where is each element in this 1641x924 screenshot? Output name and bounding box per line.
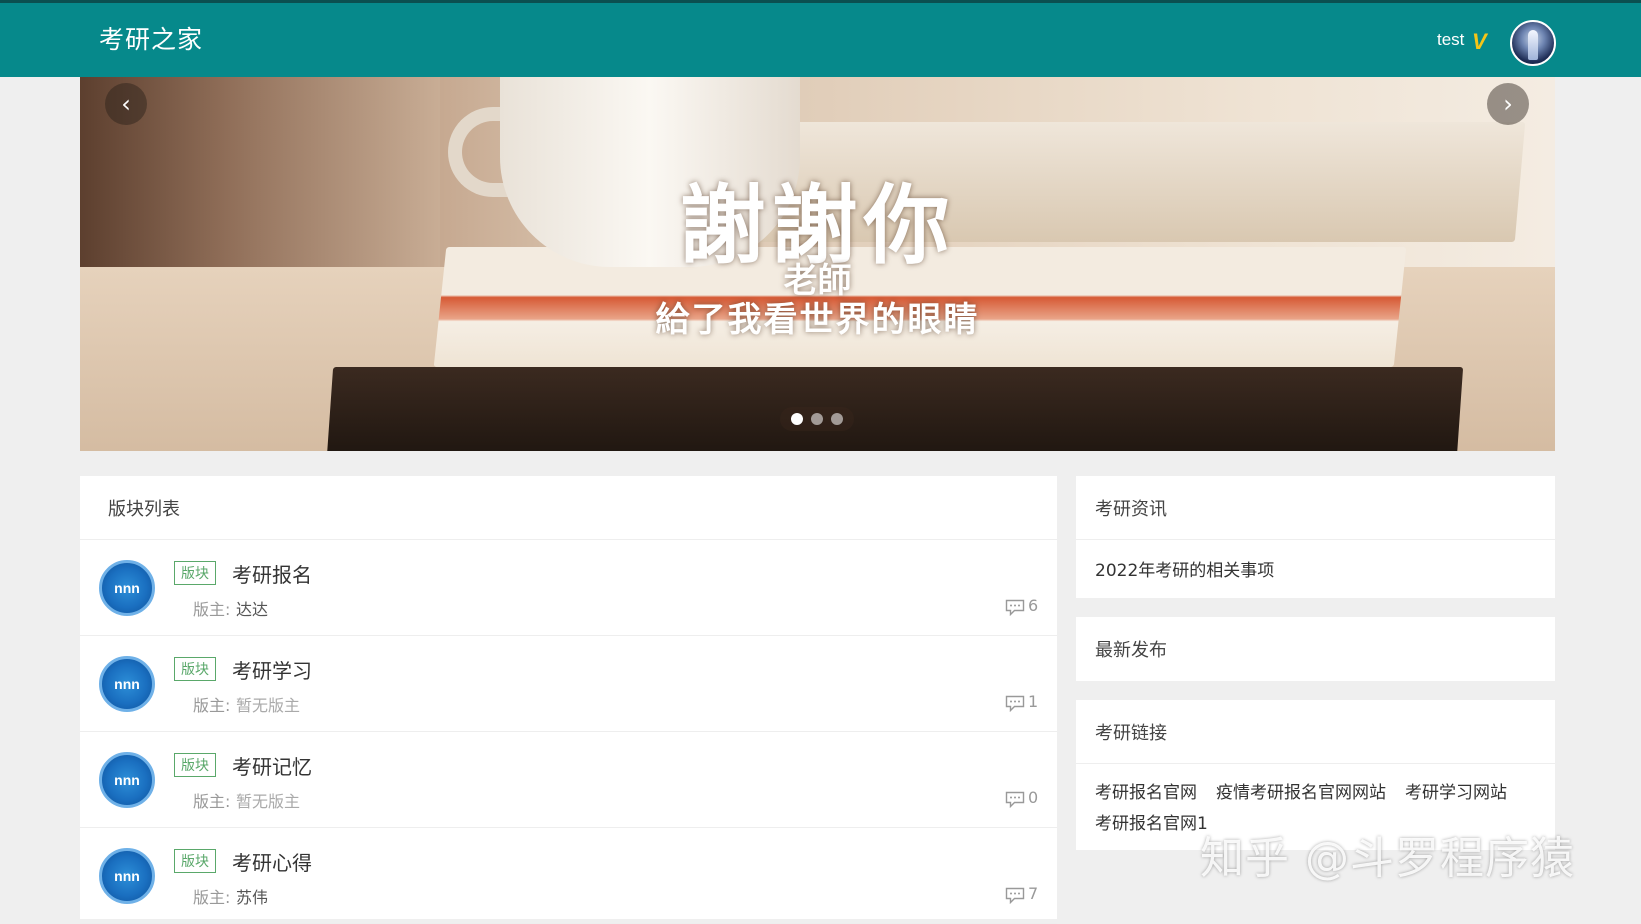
carousel-indicators — [780, 407, 854, 431]
external-link[interactable]: 考研学习网站 — [1405, 778, 1507, 803]
board-logo: nnn — [99, 848, 155, 904]
board-list-panel: 版块列表 nnn 版块 考研报名 版主: 达达 6 nnn 版块 考研学习 版主… — [80, 476, 1057, 924]
comment-icon — [1005, 599, 1025, 616]
board-row[interactable]: nnn 版块 考研学习 版主: 暂无版主 1 — [80, 636, 1057, 732]
comment-icon — [1005, 791, 1025, 808]
banner-book — [326, 367, 1464, 451]
post-count: 1 — [1028, 692, 1039, 711]
board-logo: nnn — [99, 752, 155, 808]
board-tag: 版块 — [174, 561, 216, 585]
news-heading: 考研资讯 — [1076, 476, 1555, 540]
moderator-label: 版主: — [193, 696, 231, 715]
carousel-dot[interactable] — [831, 413, 843, 425]
board-logo: nnn — [99, 560, 155, 616]
post-count: 7 — [1028, 884, 1039, 903]
watermark-text: 知乎 @斗罗程序猿 — [1200, 833, 1575, 884]
post-count: 0 — [1028, 788, 1039, 807]
comment-icon — [1005, 887, 1025, 904]
links-heading: 考研链接 — [1076, 700, 1555, 764]
moderator-label: 版主: — [193, 600, 231, 619]
latest-panel: 最新发布 — [1076, 617, 1555, 681]
vip-badge-icon: V — [1472, 29, 1487, 54]
comment-icon — [1005, 695, 1025, 712]
post-count: 6 — [1028, 596, 1039, 615]
external-link[interactable]: 考研报名官网 — [1095, 778, 1197, 803]
board-tag: 版块 — [174, 849, 216, 873]
banner-subtitle: 給了我看世界的眼睛 — [655, 300, 980, 340]
external-link[interactable]: 疫情考研报名官网网站 — [1216, 778, 1386, 803]
carousel-prev-button[interactable]: ‹ — [105, 83, 147, 125]
banner-carousel[interactable]: 謝謝你 老師 給了我看世界的眼睛 ‹ › — [80, 77, 1555, 451]
username-link[interactable]: test — [1437, 30, 1464, 50]
external-link[interactable]: 考研报名官网1 — [1095, 809, 1208, 834]
chevron-right-icon: › — [1503, 90, 1513, 118]
board-title[interactable]: 考研报名 — [232, 559, 312, 588]
board-logo: nnn — [99, 656, 155, 712]
board-row[interactable]: nnn 版块 考研心得 版主: 苏伟 7 — [80, 828, 1057, 924]
carousel-dot[interactable] — [811, 413, 823, 425]
board-title[interactable]: 考研记忆 — [232, 751, 312, 780]
moderator-label: 版主: — [193, 888, 231, 907]
carousel-dot[interactable] — [791, 413, 803, 425]
moderator-name[interactable]: 达达 — [236, 596, 268, 620]
board-title[interactable]: 考研学习 — [232, 655, 312, 684]
moderator-name: 暂无版主 — [236, 696, 301, 715]
board-tag: 版块 — [174, 753, 216, 777]
site-logo[interactable]: 考研之家 — [99, 20, 203, 56]
news-panel: 考研资讯 2022年考研的相关事项 — [1076, 476, 1555, 598]
latest-heading: 最新发布 — [1095, 640, 1167, 661]
board-title[interactable]: 考研心得 — [232, 847, 312, 876]
top-navbar: 考研之家 test V — [0, 0, 1641, 77]
moderator-name: 暂无版主 — [236, 792, 301, 811]
moderator-label: 版主: — [193, 792, 231, 811]
board-tag: 版块 — [174, 657, 216, 681]
news-item-link[interactable]: 2022年考研的相关事项 — [1076, 540, 1555, 596]
carousel-next-button[interactable]: › — [1487, 83, 1529, 125]
board-row[interactable]: nnn 版块 考研记忆 版主: 暂无版主 0 — [80, 732, 1057, 828]
moderator-name[interactable]: 苏伟 — [236, 884, 268, 908]
board-row[interactable]: nnn 版块 考研报名 版主: 达达 6 — [80, 540, 1057, 636]
board-list-heading: 版块列表 — [80, 476, 1057, 540]
user-avatar[interactable] — [1510, 20, 1556, 66]
chevron-left-icon: ‹ — [121, 90, 131, 118]
